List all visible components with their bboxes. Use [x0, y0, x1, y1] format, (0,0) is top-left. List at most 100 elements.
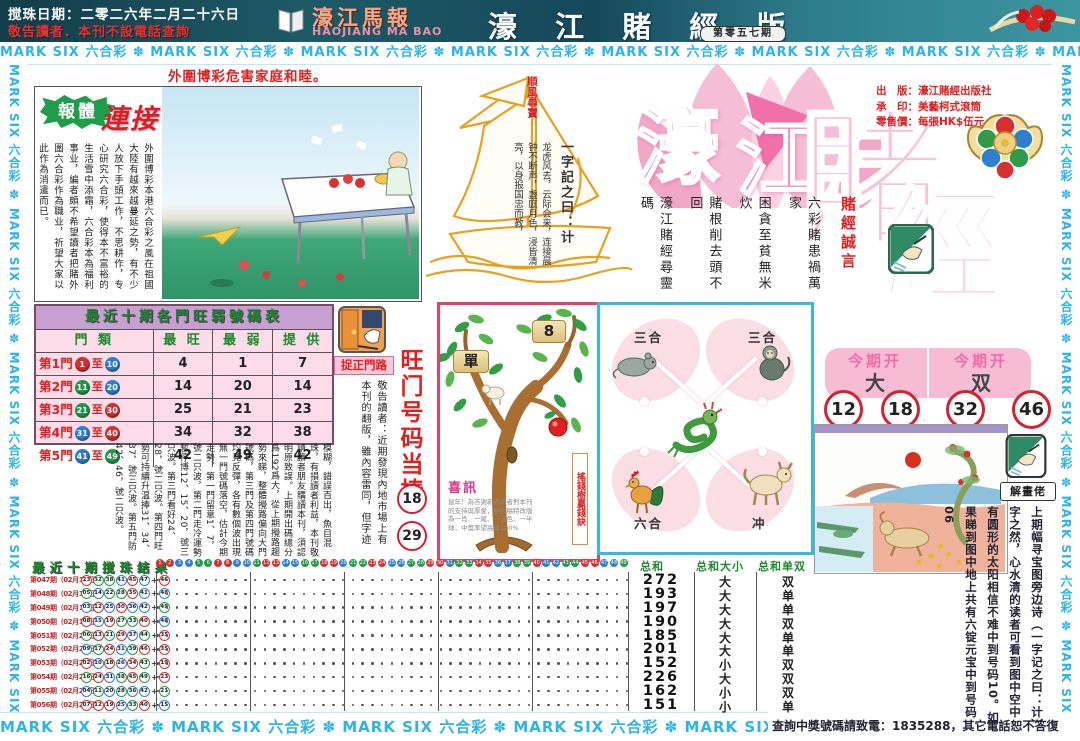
- creed-verse: 六彩賭患禍萬家: [785, 196, 820, 292]
- drawn-number: 47: [138, 574, 150, 586]
- sail-motto: 一字記之曰：计: [558, 140, 573, 245]
- range-ball: 1: [74, 356, 90, 372]
- header-ball: 45: [580, 559, 589, 567]
- drawn-number: 23: [81, 574, 92, 586]
- result-row: 第054期（02月23日） 16 24 31 38 45 49 +23 226 大双: [30, 669, 820, 686]
- creed-verse: 賭根削去頭不回: [687, 196, 722, 292]
- drawn-number: 18: [104, 657, 115, 669]
- header-ball: 43: [561, 559, 570, 567]
- position-dots: [156, 601, 628, 615]
- sum-value: 151: [642, 697, 680, 714]
- creed-verse: 困貪至貧無米炊: [736, 196, 771, 292]
- good-news-text: 鼠年！為答謝新老讀者對本刊的支持與厚愛，絕殺稿特改版為一肖、一尾、一波色、一半球…: [448, 498, 533, 532]
- hot-table-row: 第4門 31 至 40 34 32 38: [36, 421, 332, 444]
- drawn-number: 49: [138, 671, 150, 683]
- drawn-number: 02: [81, 657, 92, 669]
- position-dots: [156, 684, 628, 698]
- header-ball: 19: [329, 559, 338, 567]
- relation-node: [758, 447, 767, 456]
- header-ball: 10: [242, 559, 251, 567]
- painting-stamp-icon: [887, 223, 935, 275]
- piracy-notice-text: 敬告讀者：近期發現內地市場上有本刊的翻版，雖內容雷同，但字迹: [359, 380, 386, 545]
- money-tree-slogan: 搖錢樹贏錢訣: [572, 453, 588, 545]
- drawn-number: 28: [115, 588, 127, 600]
- header-ball: 15: [291, 559, 300, 567]
- grid-line: [250, 572, 251, 711]
- result-row: 第047期（02月16日） 23 32 38 41 45 47 +46 272 大双: [30, 572, 820, 589]
- range-ball: 21: [74, 402, 90, 418]
- drawn-number: 44: [138, 630, 150, 642]
- drawn-number: 41: [138, 588, 150, 600]
- drawn-number: 24: [92, 671, 104, 683]
- results-rows: 第047期（02月16日） 23 32 38 41 45 47 +46 272 大双第048期（0…: [30, 572, 820, 715]
- header-ball: 21: [349, 559, 358, 567]
- header-ball: 35: [484, 559, 493, 567]
- drawn-number: 31: [115, 643, 127, 655]
- publisher-line: 出 版：濠江賭經出版社: [876, 85, 992, 97]
- drawn-number: 15: [92, 616, 104, 628]
- drawn-number: 03: [81, 602, 92, 614]
- drawn-number: 41: [115, 574, 127, 586]
- rat-icon: [612, 345, 660, 385]
- drawn-number: 19: [104, 616, 115, 628]
- masthead-bar: 搅珠日期：二零二六年二月二十六日 敬告讀者．本刊不設電話查詢 濠江馬報 HAOJ…: [0, 0, 1080, 44]
- zodiac-relations-panel: 三合 三合 六合 冲: [595, 301, 814, 555]
- relation-node: [640, 397, 649, 406]
- position-dots: [156, 629, 628, 643]
- drawn-number: 04: [81, 685, 92, 697]
- header-ball: 11: [252, 559, 261, 567]
- hot-table-cell: 14: [154, 376, 214, 398]
- header-ball: 2: [165, 559, 174, 567]
- header-ball: 7: [213, 559, 222, 567]
- label-sanhe-left: 三合: [634, 330, 664, 345]
- hot-table-cell: 32: [213, 422, 274, 444]
- sum-size: 小: [718, 700, 731, 715]
- header-ball: 32: [455, 559, 464, 567]
- label-chong: 冲: [752, 516, 767, 531]
- col-weak: 最 弱: [213, 330, 274, 352]
- book-icon: [276, 5, 306, 35]
- interpreter-text: 上期幅寻宝图旁边诗（一字记之曰：计）字之然，心水清的读者可看到图中空中有圆形的太…: [942, 506, 1044, 726]
- interpreter-icon: [1004, 433, 1048, 479]
- header-ball: 46: [590, 559, 599, 567]
- drawn-number: 36: [127, 602, 138, 614]
- range-ball: 11: [74, 379, 90, 395]
- good-news-title: 喜訊: [448, 481, 479, 496]
- header-ball: 8: [223, 559, 232, 567]
- header-ball: 14: [281, 559, 290, 567]
- money-tree-panel: 單 8 喜訊 鼠年！為答謝新老讀者對本刊的支持與厚愛，絕殺稿特改版為一肖、一尾、…: [437, 302, 600, 562]
- drawn-number: 06: [81, 630, 92, 642]
- header-ball: 36: [493, 559, 502, 567]
- frame-strip-left: MARK SIX 六合彩 ✽ MARK SIX 六合彩 ✽ MARK SIX 六…: [0, 64, 28, 712]
- painting-top-bar: [815, 425, 1007, 433]
- header-ball: 49: [619, 559, 628, 567]
- position-dots: [156, 615, 628, 629]
- this-period-numbers: 12 18 32 46: [820, 390, 1051, 429]
- col-best: 最 旺: [154, 330, 214, 352]
- header-ball: 40: [532, 559, 541, 567]
- hot-table-cell: 23: [293, 402, 312, 417]
- drawn-number: 43: [138, 657, 150, 669]
- hot-weak-number-table: 最近十期各門旺弱號碼表 門 類 最 旺 最 弱 提 供 第1門 1 至 10 4 1 7 第2…: [34, 304, 334, 467]
- result-row: 第048期（02月17日） 05 14 22 28 35 41 +48 193 大单: [30, 586, 820, 603]
- header-ball: 18: [320, 559, 329, 567]
- drawn-number: 42: [138, 602, 150, 614]
- header-ball: 29: [426, 559, 435, 567]
- drawn-number: 24: [104, 643, 115, 655]
- parity-header: 总和单双: [758, 560, 806, 573]
- range-ball: 40: [104, 425, 120, 441]
- drawn-number: 32: [92, 574, 104, 586]
- issue-number-badge: 第零五七期: [700, 26, 786, 42]
- drawn-number: 26: [115, 657, 127, 669]
- period-label: 今期开: [953, 352, 1008, 370]
- hot-table-cell: 34: [154, 422, 214, 444]
- drawn-number: 28: [115, 685, 127, 697]
- drawn-number: 34: [127, 657, 138, 669]
- hot-table-cell: 4: [154, 353, 214, 375]
- header-ball: 37: [503, 559, 512, 567]
- drawn-number: 09: [81, 643, 92, 655]
- hot-table-row: 第1門 1 至 10 4 1 7: [36, 352, 332, 375]
- range-ball: 10: [104, 356, 120, 372]
- result-row: 第049期（02月18日） 03 12 25 30 36 42 +49 197 大单: [30, 600, 820, 617]
- header-ball: 1: [156, 559, 164, 567]
